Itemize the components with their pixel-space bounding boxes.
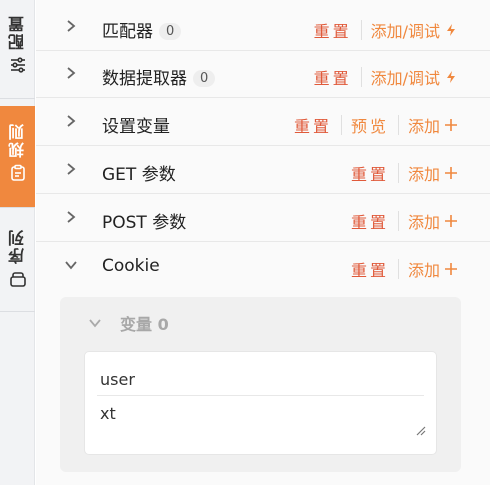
add-button[interactable]: 添加: [408, 209, 458, 233]
count-badge: 0: [159, 23, 182, 40]
sidebar-tab-rules[interactable]: 规则: [0, 106, 35, 208]
rule-row-cookie[interactable]: Cookie 重置 添加: [36, 243, 490, 290]
rule-row-set-variables[interactable]: 设置变量 重置 预览 添加: [36, 99, 490, 146]
variable-editor: user xt: [84, 351, 437, 455]
reset-button[interactable]: 重置: [294, 113, 332, 137]
chevron-right-icon[interactable]: [64, 65, 78, 79]
cookie-panel: 变量 0 user xt: [60, 297, 461, 472]
sidebar: 配置 规则 序列: [0, 0, 35, 485]
divider: [360, 67, 362, 87]
chevron-right-icon[interactable]: [64, 209, 78, 223]
add-button[interactable]: 添加: [408, 161, 458, 185]
count-badge: 0: [193, 70, 216, 87]
rule-row-extractor[interactable]: 数据提取器 0 重置 添加/调试: [36, 51, 490, 98]
divider: [397, 115, 399, 135]
row-title: POST 参数: [102, 213, 187, 233]
row-title: 数据提取器 0: [102, 64, 216, 89]
rule-row-get-params[interactable]: GET 参数 重置 添加: [36, 147, 490, 194]
sliders-icon: [9, 56, 27, 74]
add-button[interactable]: 添加: [408, 257, 458, 281]
resize-handle-icon[interactable]: [414, 424, 426, 436]
sidebar-tab-label: 规则: [7, 122, 27, 158]
chevron-right-icon[interactable]: [64, 113, 78, 127]
clipboard-icon: [9, 164, 27, 182]
row-title: 匹配器 0: [102, 17, 182, 42]
sidebar-tab-label: 配置: [7, 14, 27, 50]
reset-button[interactable]: 重置: [314, 65, 352, 89]
variables-title: 变量 0: [120, 315, 169, 334]
sidebar-tab-config[interactable]: 配置: [0, 0, 35, 99]
stack-icon: [9, 270, 27, 288]
add-debug-button[interactable]: 添加/调试: [371, 65, 458, 89]
plus-icon: [445, 119, 457, 131]
preview-button[interactable]: 预览: [351, 113, 389, 137]
plus-icon: [445, 263, 457, 275]
divider: [397, 211, 399, 231]
reset-button[interactable]: 重置: [351, 209, 389, 233]
divider: [340, 115, 342, 135]
divider: [360, 20, 362, 40]
divider: [97, 395, 424, 396]
sidebar-tab-sequence[interactable]: 序列: [0, 214, 35, 312]
plus-icon: [445, 215, 457, 227]
row-title: Cookie: [102, 256, 160, 276]
lightning-icon: [447, 24, 455, 36]
variables-header[interactable]: 变量 0: [88, 311, 169, 335]
sidebar-tab-label: 序列: [7, 228, 27, 264]
row-title: GET 参数: [102, 165, 176, 185]
variable-value-textarea[interactable]: xt: [100, 404, 116, 423]
rules-panel: 匹配器 0 重置 添加/调试 数据提取器 0 重置 添加/调试 设置变量 重置 预览…: [36, 0, 490, 485]
chevron-right-icon[interactable]: [64, 18, 78, 32]
row-title: 设置变量: [102, 117, 170, 137]
plus-icon: [445, 167, 457, 179]
chevron-down-icon[interactable]: [64, 257, 78, 271]
reset-button[interactable]: 重置: [351, 161, 389, 185]
divider: [397, 163, 399, 183]
reset-button[interactable]: 重置: [351, 257, 389, 281]
rule-row-matcher[interactable]: 匹配器 0 重置 添加/调试: [36, 4, 490, 51]
add-button[interactable]: 添加: [408, 113, 458, 137]
add-debug-button[interactable]: 添加/调试: [371, 18, 458, 42]
variable-key-input[interactable]: user: [100, 370, 135, 389]
chevron-right-icon[interactable]: [64, 161, 78, 175]
rule-row-post-params[interactable]: POST 参数 重置 添加: [36, 195, 490, 242]
divider: [397, 259, 399, 279]
lightning-icon: [447, 71, 455, 83]
chevron-down-icon: [89, 319, 101, 328]
reset-button[interactable]: 重置: [314, 18, 352, 42]
